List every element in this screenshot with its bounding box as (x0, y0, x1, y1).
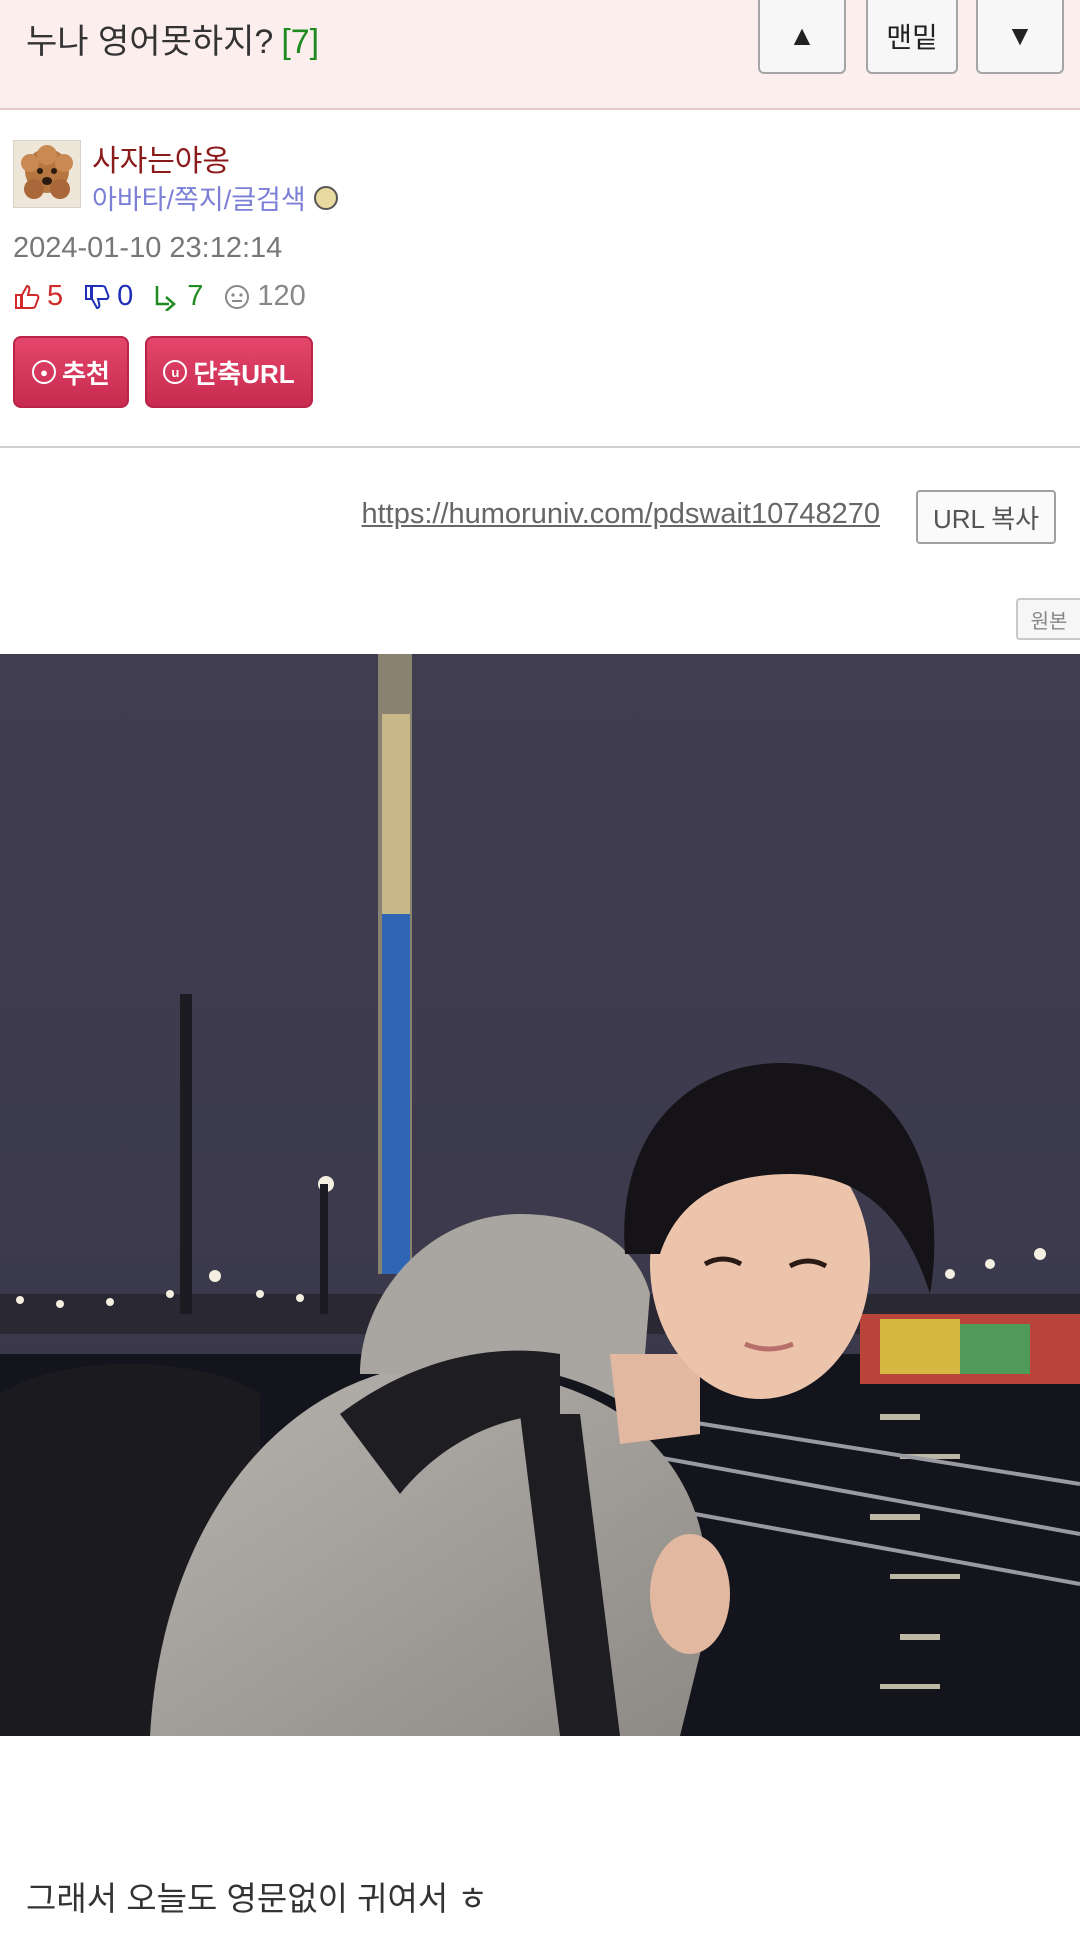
post-stats: 5 0 7 120 (13, 280, 326, 313)
shorturl-icon: u (163, 360, 188, 384)
downvote-stat: 0 (83, 280, 133, 313)
scroll-bottom-button[interactable]: 맨밑 (866, 0, 958, 74)
post-title-text: 누나 영어못하지? (26, 23, 274, 61)
post-photo[interactable] (0, 654, 1080, 1736)
reply-stat: 7 (153, 280, 203, 313)
upvote-count: 5 (47, 280, 64, 312)
avatar[interactable] (13, 140, 81, 208)
post-date: 2024-01-10 23:12:14 (13, 232, 283, 264)
upvote-stat: 5 (13, 280, 63, 313)
shorturl-label: 단축URL (193, 358, 295, 389)
recommend-icon: ● (32, 360, 57, 384)
thumbs-up-icon (15, 284, 40, 309)
photo-young-man-night-harbor-icon (0, 654, 1080, 1736)
original-image-button[interactable]: 원본 (1016, 598, 1080, 640)
poodle-avatar-icon (14, 141, 80, 207)
author-links: 아바타/쪽지/글검색 (92, 178, 338, 217)
author-links-text[interactable]: 아바타/쪽지/글검색 (92, 178, 306, 217)
recommend-label: 추천 (62, 358, 110, 389)
post-url-link[interactable]: https://humoruniv.com/pdswait10748270 (361, 498, 880, 531)
author-block: 사자는야옹 아바타/쪽지/글검색 2024-01-10 23:12:14 5 0… (0, 110, 1080, 446)
post-title: 누나 영어못하지? [7] (26, 14, 319, 63)
scroll-up-button[interactable]: ▲ (758, 0, 846, 74)
downvote-count: 0 (117, 280, 134, 312)
section-divider (0, 446, 1080, 448)
reply-arrow-icon (156, 285, 177, 311)
view-stat: 120 (223, 280, 306, 313)
level-badge-icon (313, 185, 338, 210)
author-nickname[interactable]: 사자는야옹 (92, 136, 230, 180)
post-header: 누나 영어못하지? [7] ▲ 맨밑 ▼ (0, 0, 1080, 110)
copy-url-button[interactable]: URL 복사 (916, 490, 1056, 544)
post-body-text: 그래서 오늘도 영문없이 귀여서 ㅎ (26, 1880, 488, 1917)
view-count: 120 (257, 280, 306, 312)
shorturl-button[interactable]: u 단축URL (145, 336, 313, 408)
view-face-icon (225, 284, 250, 309)
thumbs-down-icon (85, 284, 110, 309)
scroll-down-button[interactable]: ▼ (976, 0, 1064, 74)
recommend-button[interactable]: ● 추천 (13, 336, 129, 408)
reply-count: 7 (187, 280, 204, 312)
comment-count[interactable]: [7] (281, 23, 319, 61)
